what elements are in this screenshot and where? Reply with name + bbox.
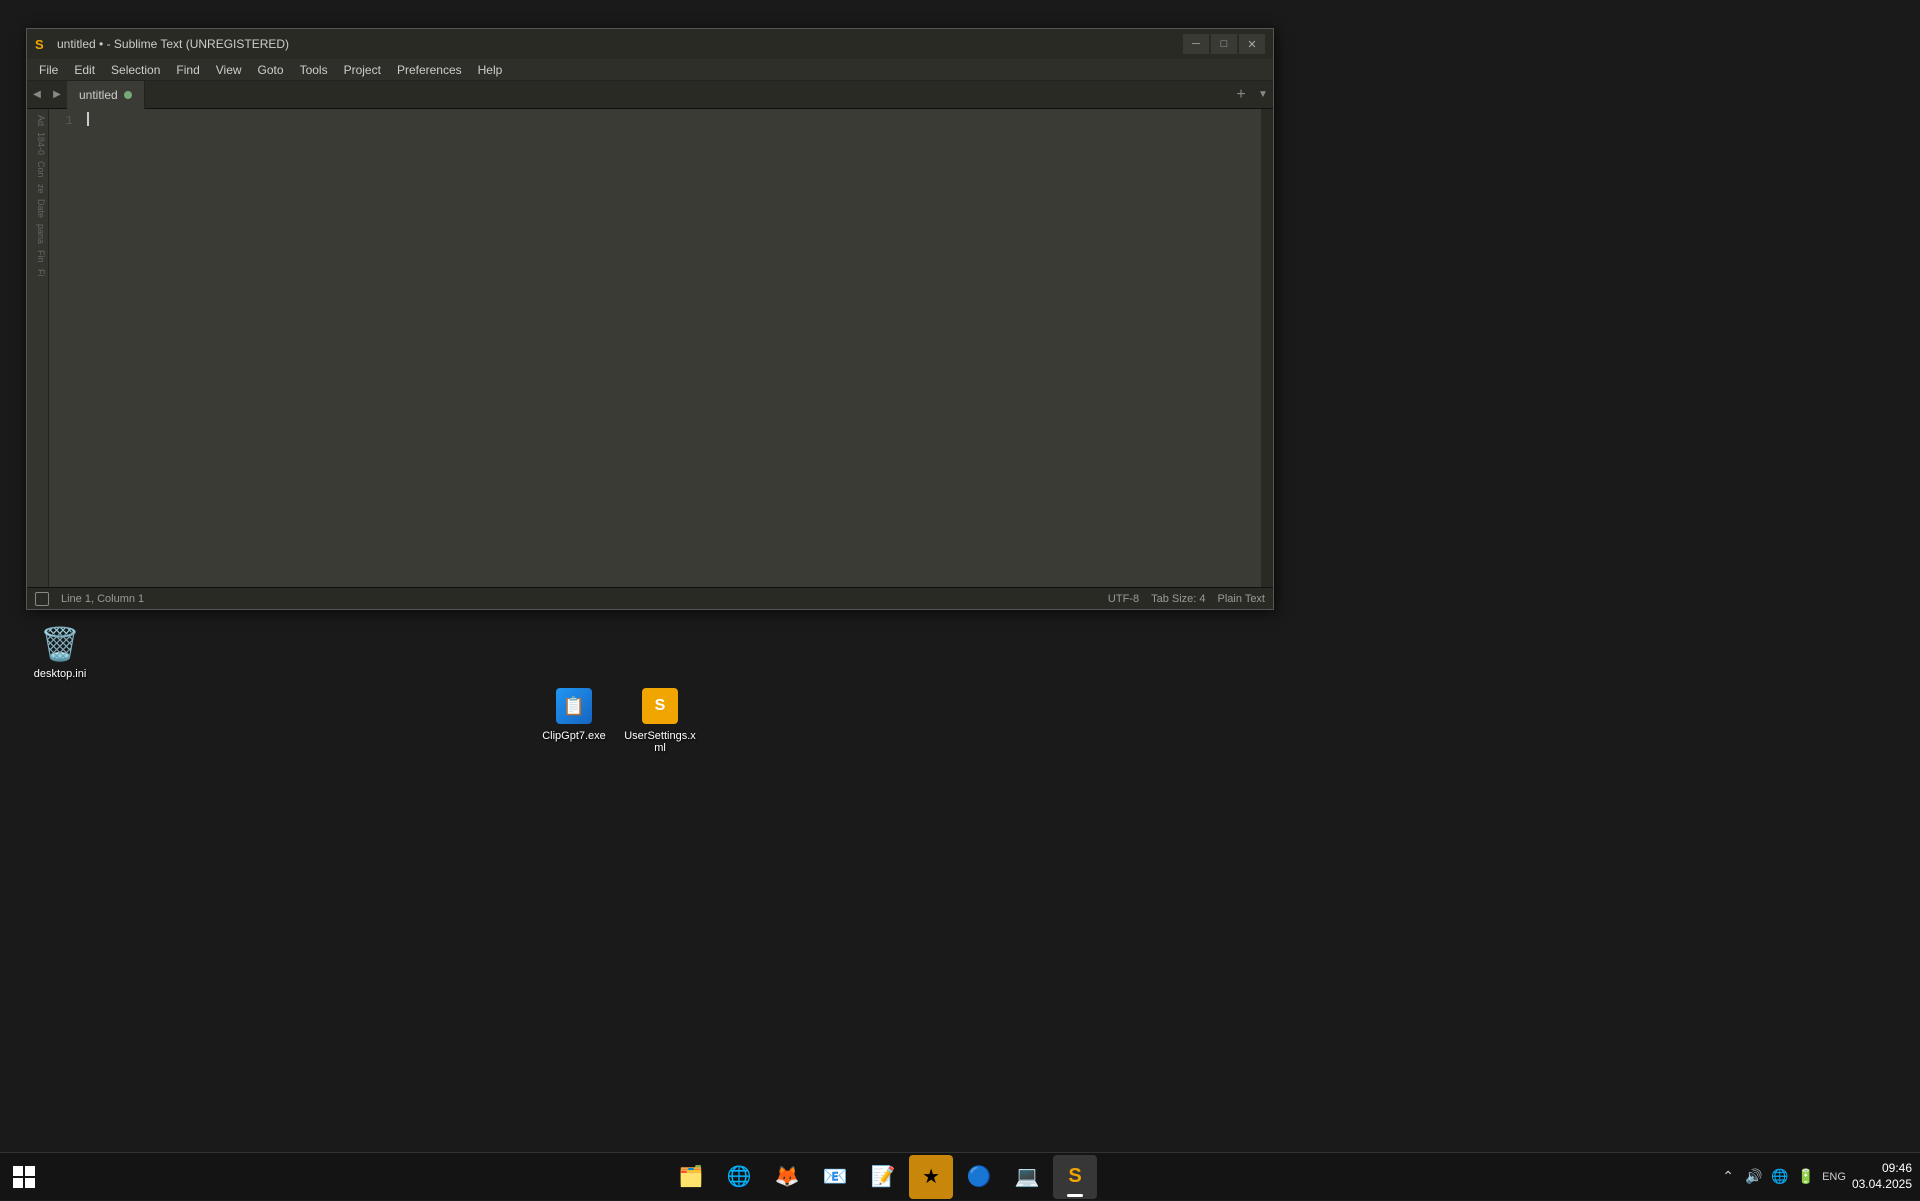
- menu-help[interactable]: Help: [470, 59, 511, 80]
- menu-file[interactable]: File: [31, 59, 66, 80]
- system-tray: ⌃ 🔊 🌐 🔋 ENG 09:46 03.04.2025: [1718, 1161, 1920, 1192]
- menu-tools[interactable]: Tools: [292, 59, 336, 80]
- tray-network[interactable]: 🌐: [1770, 1167, 1790, 1187]
- tab-size[interactable]: Tab Size: 4: [1151, 593, 1205, 605]
- sidebar-item-6: pana: [27, 222, 48, 246]
- desktop-icon-usersettings[interactable]: S UserSettings.xml: [620, 682, 700, 758]
- text-cursor: [87, 112, 89, 126]
- windows-logo: [13, 1166, 35, 1188]
- cursor-position: Line 1, Column 1: [61, 593, 144, 605]
- win-logo-q2: [25, 1166, 35, 1176]
- sidebar-strip: Ad 184-0 Con ze Date pana Fin Fi: [27, 109, 49, 587]
- vertical-scrollbar[interactable]: [1261, 109, 1273, 587]
- start-button[interactable]: [0, 1153, 48, 1201]
- desktop-icon-clipgpt[interactable]: 📋 ClipGpt7.exe: [534, 682, 614, 746]
- tab-modified-dot: [124, 91, 132, 99]
- window-title: untitled • - Sublime Text (UNREGISTERED): [57, 37, 1183, 51]
- app-icon: S: [35, 36, 51, 52]
- tray-battery[interactable]: 🔋: [1796, 1167, 1816, 1187]
- tab-next-button[interactable]: ▶: [47, 81, 67, 109]
- menu-view[interactable]: View: [208, 59, 250, 80]
- win-logo-q3: [13, 1178, 23, 1188]
- menu-preferences[interactable]: Preferences: [389, 59, 470, 80]
- clipgpt-label: ClipGpt7.exe: [542, 730, 606, 742]
- tray-language[interactable]: ENG: [1822, 1171, 1846, 1183]
- menu-bar: File Edit Selection Find View Goto Tools…: [27, 59, 1273, 81]
- sidebar-item-7: Fin: [27, 248, 48, 265]
- desktopini-label: desktop.ini: [34, 668, 87, 680]
- tray-time[interactable]: 09:46 03.04.2025: [1852, 1161, 1912, 1192]
- menu-edit[interactable]: Edit: [66, 59, 103, 80]
- code-editor[interactable]: [79, 109, 1261, 587]
- tab-label: untitled: [79, 88, 118, 102]
- window-controls: ─ □ ✕: [1183, 34, 1265, 54]
- usersettings-label: UserSettings.xml: [624, 730, 696, 754]
- sidebar-item-4: ze: [27, 182, 48, 196]
- menu-find[interactable]: Find: [168, 59, 207, 80]
- sidebar-item-8: Fi: [27, 267, 48, 279]
- taskbar-browser[interactable]: 🌐: [717, 1155, 761, 1199]
- taskbar-app6[interactable]: ★: [909, 1155, 953, 1199]
- taskbar-app7[interactable]: 🔵: [957, 1155, 1001, 1199]
- sidebar-item-1: Ad: [27, 113, 48, 128]
- close-button[interactable]: ✕: [1239, 34, 1265, 54]
- menu-selection[interactable]: Selection: [103, 59, 168, 80]
- tab-dropdown-button[interactable]: ▼: [1253, 81, 1273, 109]
- title-bar: S untitled • - Sublime Text (UNREGISTERE…: [27, 29, 1273, 59]
- line-gutter: 1: [49, 109, 79, 587]
- file-syntax[interactable]: Plain Text: [1218, 593, 1266, 605]
- file-encoding[interactable]: UTF-8: [1108, 593, 1139, 605]
- editor-area: Ad 184-0 Con ze Date pana Fin Fi 1: [27, 109, 1273, 587]
- tab-prev-button[interactable]: ◀: [27, 81, 47, 109]
- win-logo-q1: [13, 1166, 23, 1176]
- menu-goto[interactable]: Goto: [250, 59, 292, 80]
- sidebar-item-3: Con: [27, 159, 48, 180]
- usersettings-icon: S: [640, 686, 680, 726]
- clock-time: 09:46: [1852, 1161, 1912, 1177]
- sidebar-item-5: Date: [27, 197, 48, 220]
- tab-add-button[interactable]: +: [1229, 81, 1253, 109]
- taskbar: 🗂️ 🌐 🦊 📧 📝 ★ 🔵 💻 S ⌃ 🔊 🌐 🔋 ENG 09:46 03.…: [0, 1152, 1920, 1200]
- desktopini-icon: 🗑️: [40, 624, 80, 664]
- status-bar: Line 1, Column 1 UTF-8 Tab Size: 4 Plain…: [27, 587, 1273, 609]
- sublime-window: S untitled • - Sublime Text (UNREGISTERE…: [26, 28, 1274, 610]
- taskbar-file-explorer[interactable]: 🗂️: [669, 1155, 713, 1199]
- taskbar-outlook[interactable]: 📧: [813, 1155, 857, 1199]
- clock-date: 03.04.2025: [1852, 1177, 1912, 1193]
- taskbar-word[interactable]: 📝: [861, 1155, 905, 1199]
- menu-project[interactable]: Project: [336, 59, 389, 80]
- tray-chevron[interactable]: ⌃: [1718, 1167, 1738, 1187]
- taskbar-firefox[interactable]: 🦊: [765, 1155, 809, 1199]
- taskbar-sublime[interactable]: S: [1053, 1155, 1097, 1199]
- tab-untitled[interactable]: untitled: [67, 81, 145, 109]
- line-number-1: 1: [49, 111, 73, 131]
- tray-speaker[interactable]: 🔊: [1744, 1167, 1764, 1187]
- win-logo-q4: [25, 1178, 35, 1188]
- minimize-button[interactable]: ─: [1183, 34, 1209, 54]
- sidebar-item-2: 184-0: [27, 130, 48, 157]
- desktop-icon-desktopini[interactable]: 🗑️ desktop.ini: [20, 620, 100, 684]
- status-icon: [35, 592, 49, 606]
- clipgpt-icon: 📋: [554, 686, 594, 726]
- maximize-button[interactable]: □: [1211, 34, 1237, 54]
- taskbar-powershell[interactable]: 💻: [1005, 1155, 1049, 1199]
- desktop: 🗑️ desktop.ini 📋 ClipGpt7.exe S UserSett…: [0, 0, 1920, 1200]
- tab-bar: ◀ ▶ untitled + ▼: [27, 81, 1273, 109]
- taskbar-icons: 🗂️ 🌐 🦊 📧 📝 ★ 🔵 💻 S: [48, 1155, 1718, 1199]
